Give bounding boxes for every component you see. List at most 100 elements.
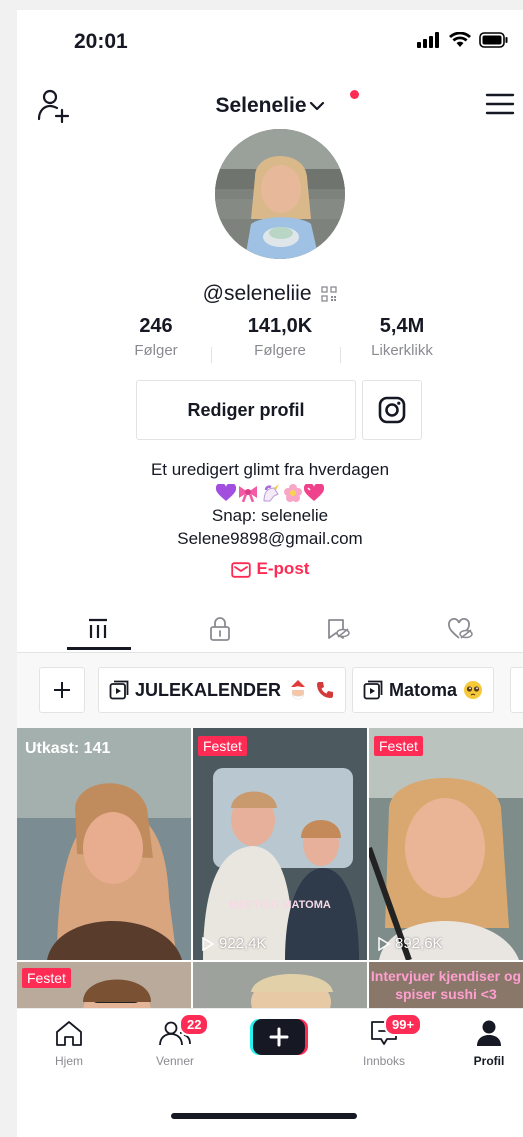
active-tab-indicator <box>67 647 131 650</box>
status-time: 20:01 <box>74 30 128 53</box>
playlist-chip-partial[interactable] <box>510 667 523 713</box>
tab-liked[interactable] <box>397 606 523 652</box>
nav-friends-label: Venner <box>155 1054 195 1068</box>
draft-label: Utkast: 141 <box>25 740 111 757</box>
santa-icon <box>289 680 308 700</box>
phone-screen: 20:01 Selenelie @seleneliie 246 Følger 1… <box>17 10 523 1137</box>
home-icon <box>56 1021 82 1046</box>
unicorn-icon <box>263 483 279 501</box>
pink-heart-icon <box>304 483 324 501</box>
followers-label: Følgere <box>254 342 306 359</box>
playlist-chip[interactable]: JULEKALENDER <box>98 667 347 713</box>
flower-icon <box>284 483 302 502</box>
wifi-icon <box>449 32 471 47</box>
likes-count: 5,4M <box>379 315 425 337</box>
purple-heart-icon <box>216 483 236 501</box>
chevron-down-icon <box>309 102 324 111</box>
nav-inbox-label: Innboks <box>362 1054 406 1068</box>
video-overlay-text: MEETING MATOMA <box>229 899 331 911</box>
nav-home[interactable]: Hjem <box>29 1019 109 1068</box>
playlist-icon <box>109 680 129 700</box>
video-thumbnail-image <box>369 728 523 960</box>
email-link[interactable]: E-post <box>17 559 523 579</box>
video-thumbnail-image <box>17 728 191 960</box>
following-label: Følger <box>134 342 178 359</box>
instagram-button[interactable] <box>362 380 422 440</box>
profile-tabs <box>17 606 523 652</box>
heart-hidden-icon <box>448 618 473 639</box>
profile-handle: @seleneliie <box>202 282 312 305</box>
avatar[interactable] <box>215 129 345 259</box>
nav-home-label: Hjem <box>54 1054 83 1068</box>
phone-icon <box>317 682 334 698</box>
play-icon <box>202 936 215 951</box>
avatar-photo <box>215 129 345 259</box>
friends-badge: 22 <box>179 1013 210 1036</box>
bio-line: Snap: selenelie <box>211 506 329 525</box>
video-thumbnail-image <box>193 728 367 960</box>
bio-line: Selene9898@gmail.com <box>177 529 363 548</box>
profile-header: Selenelie <box>17 80 523 130</box>
pinned-badge: Festet <box>198 736 247 756</box>
account-switcher[interactable]: Selenelie <box>17 94 523 118</box>
nav-inbox[interactable]: 99+ Innboks <box>344 1013 424 1068</box>
ribbon-icon <box>239 485 257 502</box>
qr-code-icon[interactable] <box>321 286 338 303</box>
video-thumb[interactable]: Festet MEETING MATOMA 922,4K <box>193 728 367 960</box>
tab-videos[interactable] <box>35 606 161 652</box>
view-count: 892,6K <box>377 935 443 952</box>
menu-button[interactable] <box>485 92 519 122</box>
video-caption: Intervjuer kjendiser og spiser sushi <3 <box>370 968 522 1002</box>
stat-divider <box>211 347 212 363</box>
edit-profile-button[interactable]: Rediger profil <box>136 380 356 440</box>
add-playlist-button[interactable] <box>39 667 85 713</box>
mail-icon <box>230 561 251 578</box>
nav-profile[interactable]: Profil <box>449 1019 523 1068</box>
followers-stat[interactable]: 141,0K Følgere <box>220 315 340 359</box>
home-indicator[interactable] <box>171 1113 357 1119</box>
pleading-face-icon <box>464 681 483 699</box>
likes-stat[interactable]: 5,4M Likerklikk <box>342 315 462 359</box>
handle-row: @seleneliie <box>17 282 523 306</box>
video-thumb[interactable]: Festet <box>17 962 191 1008</box>
notification-dot <box>350 90 359 99</box>
playlist-chip[interactable]: Matoma <box>352 667 495 713</box>
status-bar: 20:01 <box>17 10 523 68</box>
hamburger-menu-icon <box>485 93 515 115</box>
following-count: 246 <box>139 315 173 337</box>
instagram-icon <box>378 396 406 424</box>
video-thumb[interactable]: Festet 892,6K <box>369 728 523 960</box>
playlist-icon <box>363 680 383 700</box>
username: Selenelie <box>215 94 307 117</box>
video-thumb[interactable]: Utkast: 141 <box>17 728 191 960</box>
pinned-badge: Festet <box>22 968 71 988</box>
lock-icon <box>210 617 230 641</box>
battery-icon <box>479 32 508 48</box>
video-thumb[interactable] <box>193 962 367 1008</box>
playlists-row: JULEKALENDER Matoma <box>17 653 523 728</box>
view-count-value: 892,6K <box>395 935 443 952</box>
nav-profile-label: Profil <box>473 1054 505 1068</box>
followers-count: 141,0K <box>247 315 313 337</box>
playlist-label: JULEKALENDER <box>135 679 282 700</box>
playlist-label: Matoma <box>389 679 458 700</box>
nav-friends[interactable]: 22 Venner <box>135 1013 215 1068</box>
video-grid: Utkast: 141 Festet MEETING MATOMA 922,4K <box>17 728 523 1008</box>
following-stat[interactable]: 246 Følger <box>96 315 216 359</box>
play-icon <box>378 936 391 951</box>
bio-line: Et uredigert glimt fra hverdagen <box>150 460 390 479</box>
bio-emoji-row <box>17 481 523 504</box>
profile-icon <box>477 1020 501 1046</box>
tab-saved[interactable] <box>275 606 401 652</box>
tab-private[interactable] <box>157 606 283 652</box>
grid-icon <box>89 618 107 638</box>
create-button[interactable] <box>250 1019 308 1055</box>
status-icons <box>417 32 509 48</box>
profile-bio: Et uredigert glimt fra hverdagen Snap: s… <box>17 458 523 550</box>
video-thumb[interactable]: Intervjuer kjendiser og spiser sushi <3 <box>369 962 523 1008</box>
create-plus-icon <box>250 1019 308 1055</box>
inbox-badge: 99+ <box>384 1013 423 1036</box>
bookmark-hidden-icon <box>328 619 350 639</box>
email-link-label: E-post <box>256 559 310 578</box>
video-thumbnail-image <box>193 962 367 1008</box>
